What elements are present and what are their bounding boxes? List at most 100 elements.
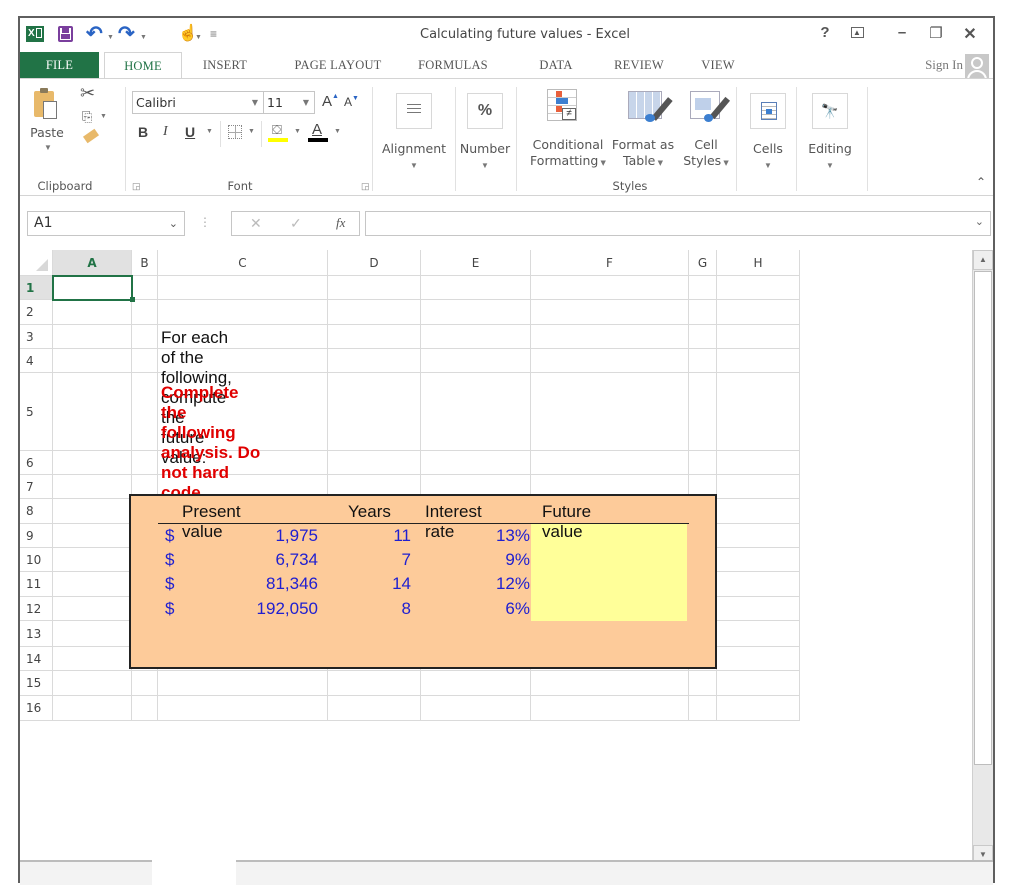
years-cell[interactable]: 11: [351, 526, 411, 546]
row-header-12[interactable]: 12: [20, 597, 53, 621]
cell-g4[interactable]: [689, 349, 717, 373]
cell-c1[interactable]: [158, 276, 328, 300]
interest-rate-cell[interactable]: 9%: [450, 550, 530, 570]
cell-h2[interactable]: [717, 300, 800, 325]
row-header-16[interactable]: 16: [20, 696, 53, 721]
editing-button[interactable]: 🔭: [812, 93, 848, 129]
row-header-1[interactable]: 1: [20, 276, 53, 300]
years-cell[interactable]: 14: [351, 574, 411, 594]
cell-d1[interactable]: [328, 276, 421, 300]
cell-a15[interactable]: [53, 671, 132, 696]
cell-h10[interactable]: [717, 548, 800, 572]
cell-f5[interactable]: [531, 373, 689, 451]
cell-g2[interactable]: [689, 300, 717, 325]
cell-g5[interactable]: [689, 373, 717, 451]
cancel-entry-button[interactable]: ✕: [250, 215, 262, 232]
cell-a8[interactable]: [53, 499, 132, 524]
conditional-formatting-icon[interactable]: ≠: [547, 89, 577, 121]
collapse-ribbon-icon[interactable]: ⌃: [976, 175, 986, 189]
cell-b1[interactable]: [132, 276, 158, 300]
borders-dropdown-icon[interactable]: ▼: [248, 128, 255, 135]
present-value-cell[interactable]: 1,975: [198, 526, 318, 546]
cell-f3[interactable]: [531, 325, 689, 349]
clipboard-dialog-launcher[interactable]: ◲: [132, 181, 141, 192]
cell-h15[interactable]: [717, 671, 800, 696]
name-box[interactable]: A1 ⌄: [27, 211, 185, 236]
underline-button[interactable]: U: [185, 124, 195, 140]
present-value-cell[interactable]: 81,346: [198, 574, 318, 594]
column-header-h[interactable]: H: [717, 250, 800, 276]
cell-e5[interactable]: [421, 373, 531, 451]
conditional-formatting-button[interactable]: Conditional Formatting ▼: [524, 137, 612, 171]
column-header-f[interactable]: F: [531, 250, 689, 276]
cell-b2[interactable]: [132, 300, 158, 325]
cell-f16[interactable]: [531, 696, 689, 721]
italic-button[interactable]: I: [163, 124, 168, 140]
cell-f2[interactable]: [531, 300, 689, 325]
alignment-button[interactable]: [396, 93, 432, 129]
font-dialog-launcher[interactable]: ◲: [361, 181, 370, 192]
cell-d4[interactable]: [328, 349, 421, 373]
cell-e2[interactable]: [421, 300, 531, 325]
cell-h8[interactable]: [717, 499, 800, 524]
cell-a2[interactable]: [53, 300, 132, 325]
fill-color-button[interactable]: ⛋: [268, 121, 290, 143]
cell-h7[interactable]: [717, 475, 800, 499]
fill-color-dropdown-icon[interactable]: ▼: [294, 128, 301, 135]
tab-insert[interactable]: INSERT: [185, 52, 265, 78]
decrease-font-size-button[interactable]: A▼: [344, 95, 359, 109]
number-button[interactable]: %: [467, 93, 503, 129]
cell-g16[interactable]: [689, 696, 717, 721]
cell-e3[interactable]: [421, 325, 531, 349]
cell-g15[interactable]: [689, 671, 717, 696]
cell-f1[interactable]: [531, 276, 689, 300]
years-cell[interactable]: 8: [351, 599, 411, 619]
cell-h5[interactable]: [717, 373, 800, 451]
cell-g6[interactable]: [689, 451, 717, 475]
insert-function-button[interactable]: fx: [336, 215, 345, 231]
row-header-8[interactable]: 8: [20, 499, 53, 524]
cell-h4[interactable]: [717, 349, 800, 373]
row-header-15[interactable]: 15: [20, 671, 53, 696]
cell-styles-icon[interactable]: [690, 91, 731, 122]
cell-a12[interactable]: [53, 597, 132, 621]
cell-h9[interactable]: [717, 524, 800, 548]
copy-dropdown-icon[interactable]: ▼: [100, 113, 107, 120]
cell-d6[interactable]: [328, 451, 421, 475]
column-header-e[interactable]: E: [421, 250, 531, 276]
cell-e16[interactable]: [421, 696, 531, 721]
cell-a6[interactable]: [53, 451, 132, 475]
tab-data[interactable]: DATA: [528, 52, 584, 78]
confirm-entry-button[interactable]: ✓: [290, 215, 302, 232]
help-button[interactable]: ?: [815, 24, 835, 41]
column-header-b[interactable]: B: [132, 250, 158, 276]
tab-file[interactable]: FILE: [20, 52, 99, 78]
tab-page-layout[interactable]: PAGE LAYOUT: [282, 52, 394, 78]
cell-a3[interactable]: [53, 325, 132, 349]
cell-a5[interactable]: [53, 373, 132, 451]
bold-button[interactable]: B: [138, 124, 148, 140]
cell-c2[interactable]: [158, 300, 328, 325]
select-all-button[interactable]: [20, 250, 53, 276]
tab-review[interactable]: REVIEW: [602, 52, 676, 78]
row-header-10[interactable]: 10: [20, 548, 53, 572]
tab-formulas[interactable]: FORMULAS: [410, 52, 496, 78]
cell-d3[interactable]: [328, 325, 421, 349]
interest-rate-cell[interactable]: 13%: [450, 526, 530, 546]
cell-a13[interactable]: [53, 621, 132, 647]
cell-styles-button[interactable]: Cell Styles ▼: [678, 137, 734, 171]
scroll-up-button[interactable]: ▲: [973, 250, 993, 270]
font-color-button[interactable]: A: [308, 121, 330, 143]
format-as-table-button[interactable]: Format as Table ▼: [608, 137, 678, 171]
column-header-d[interactable]: D: [328, 250, 421, 276]
cell-h12[interactable]: [717, 597, 800, 621]
present-value-cell[interactable]: 192,050: [198, 599, 318, 619]
cell-a9[interactable]: [53, 524, 132, 548]
cell-c16[interactable]: [158, 696, 328, 721]
cell-b6[interactable]: [132, 451, 158, 475]
years-cell[interactable]: 7: [351, 550, 411, 570]
tab-view[interactable]: VIEW: [692, 52, 744, 78]
cell-b5[interactable]: [132, 373, 158, 451]
row-header-6[interactable]: 6: [20, 451, 53, 475]
cell-e15[interactable]: [421, 671, 531, 696]
